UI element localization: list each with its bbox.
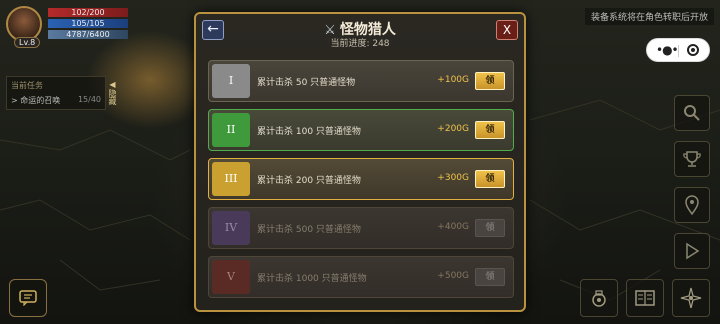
tier-badge: III bbox=[212, 162, 250, 196]
tier-row-4: IV 累计击杀 500 只普通怪物 +400G 领 bbox=[208, 207, 514, 249]
tier-row-2: II 累计击杀 100 只普通怪物 +200G 领 bbox=[208, 109, 514, 151]
tier-description: 累计击杀 100 只普通怪物 bbox=[257, 127, 361, 137]
tier-reward: +200G bbox=[437, 124, 469, 134]
tier-reward: +400G bbox=[437, 222, 469, 232]
close-target-icon[interactable] bbox=[687, 44, 699, 56]
xp-bar: 4787/6400 bbox=[48, 30, 128, 39]
mp-bar: 105/105 bbox=[48, 19, 128, 28]
mini-program-capsule: •●• bbox=[646, 38, 710, 62]
claim-button[interactable]: 领 bbox=[475, 72, 505, 90]
map-button[interactable] bbox=[674, 187, 710, 223]
tier-description: 累计击杀 500 只普通怪物 bbox=[257, 225, 361, 235]
book-icon bbox=[635, 290, 655, 306]
hp-bar: 102/200 bbox=[48, 8, 128, 17]
chat-icon bbox=[19, 290, 37, 306]
tier-reward: +100G bbox=[437, 75, 469, 85]
quest-progress: 15/40 bbox=[77, 95, 101, 104]
play-button[interactable] bbox=[674, 233, 710, 269]
tier-row-3: III 累计击杀 200 只普通怪物 +300G 领 bbox=[208, 158, 514, 200]
hide-label: 隐藏 bbox=[108, 89, 117, 105]
tier-badge: V bbox=[212, 260, 250, 294]
claim-button[interactable]: 领 bbox=[475, 170, 505, 188]
monster-hunter-modal: ← X ⚔ 怪物猎人 当前进度: 248 I 累计击杀 50 只普通怪物 +100… bbox=[194, 12, 526, 312]
claim-button-disabled: 领 bbox=[475, 268, 505, 286]
quest-title: 当前任务 bbox=[11, 81, 43, 90]
quest-panel[interactable]: 当前任务 > 命运的召唤 15/40 bbox=[6, 76, 106, 110]
capsule-divider bbox=[678, 45, 679, 57]
inventory-button[interactable] bbox=[580, 279, 618, 317]
compass-star-icon bbox=[680, 287, 702, 309]
quest-item[interactable]: > 命运的召唤 bbox=[11, 95, 60, 106]
tier-description: 累计击杀 50 只普通怪物 bbox=[257, 78, 356, 88]
tier-row-5: V 累计击杀 1000 只普通怪物 +500G 领 bbox=[208, 256, 514, 298]
tier-badge: IV bbox=[212, 211, 250, 245]
tier-row-1: I 累计击杀 50 只普通怪物 +100G 领 bbox=[208, 60, 514, 102]
skills-button[interactable] bbox=[672, 279, 710, 317]
trophy-icon bbox=[683, 151, 701, 167]
potion-bag-icon bbox=[592, 290, 606, 307]
search-button[interactable] bbox=[674, 95, 710, 131]
tier-reward: +300G bbox=[437, 173, 469, 183]
tier-badge: I bbox=[212, 64, 250, 98]
tier-description: 累计击杀 1000 只普通怪物 bbox=[257, 274, 367, 284]
equipment-notice: 装备系统将在角色转职后开放 bbox=[584, 8, 714, 25]
tier-badge: II bbox=[212, 113, 250, 147]
tier-reward: +500G bbox=[437, 271, 469, 281]
claim-button[interactable]: 领 bbox=[475, 121, 505, 139]
tier-description: 累计击杀 200 只普通怪物 bbox=[257, 176, 361, 186]
search-icon bbox=[684, 105, 700, 121]
play-icon bbox=[686, 242, 700, 260]
more-icon[interactable]: •●• bbox=[656, 43, 679, 57]
player-level: Lv.8 bbox=[14, 37, 41, 48]
claim-button-disabled: 领 bbox=[475, 219, 505, 237]
hide-quest-tab[interactable]: ◀隐藏 bbox=[106, 80, 118, 105]
map-pin-icon bbox=[685, 195, 699, 215]
codex-button[interactable] bbox=[626, 279, 664, 317]
trophy-button[interactable] bbox=[674, 141, 710, 177]
chat-button[interactable] bbox=[9, 279, 47, 317]
modal-progress: 当前进度: 248 bbox=[330, 39, 390, 49]
